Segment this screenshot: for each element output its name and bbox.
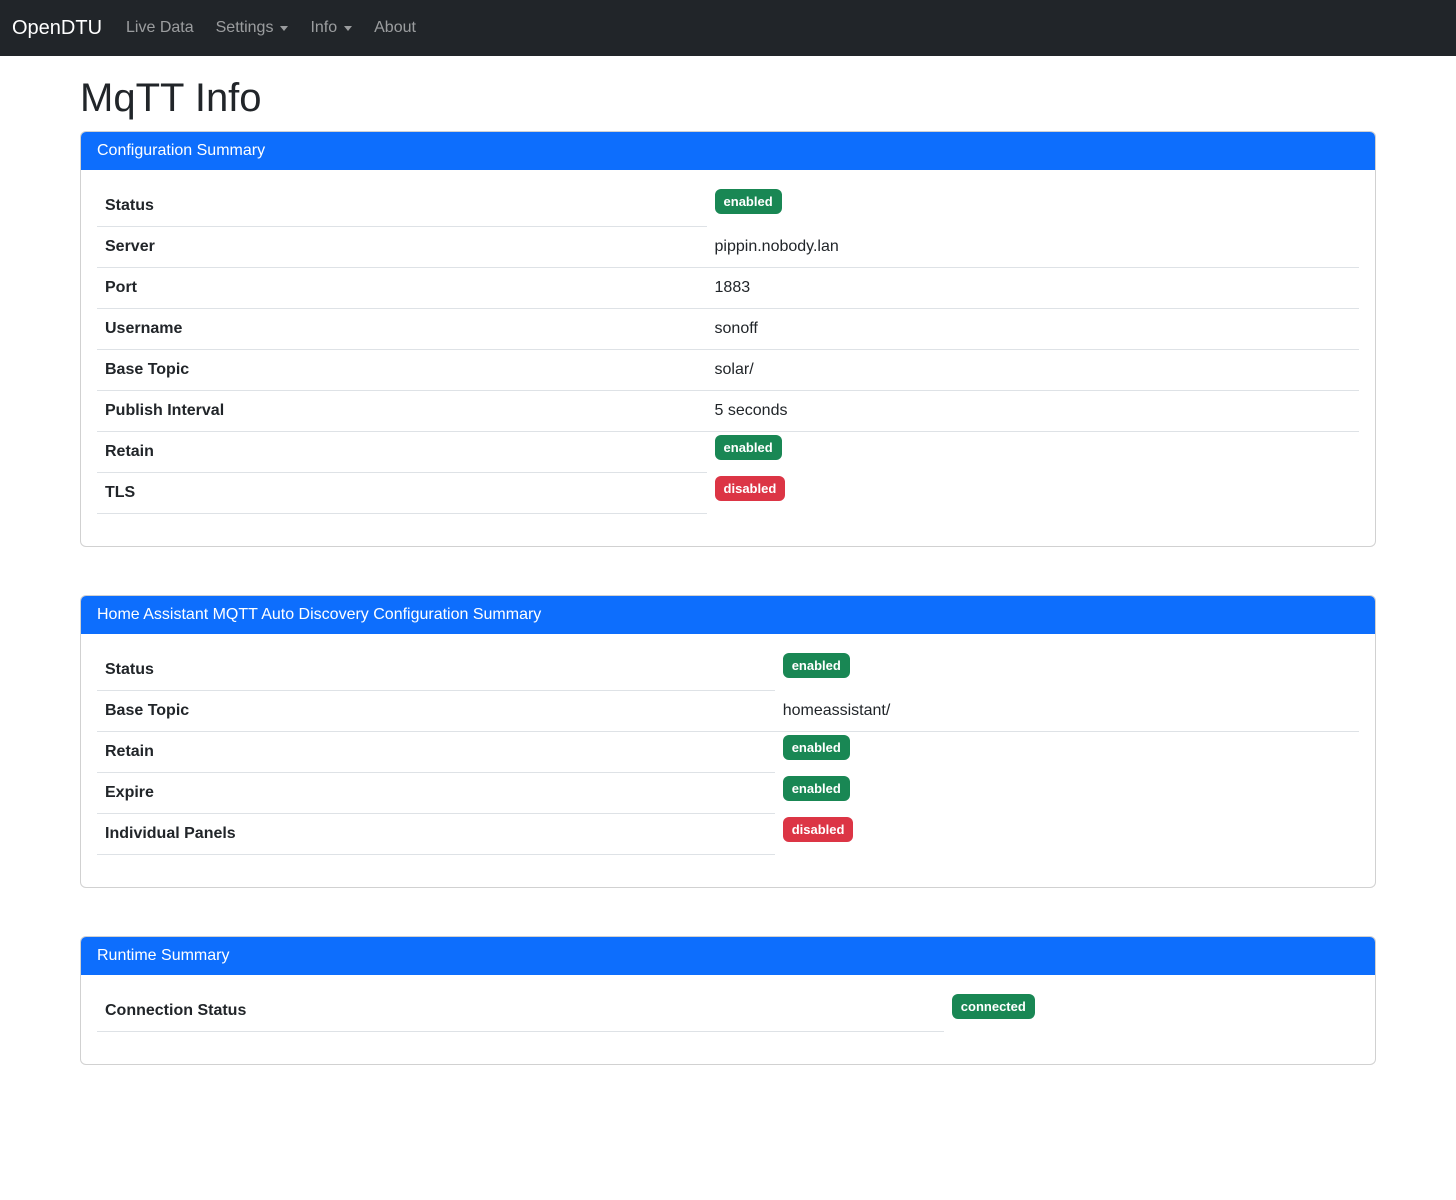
status-badge: disabled [783,817,854,842]
summary-table: Status enabled Server pippin.nobody.lan … [97,186,1359,514]
summary-table: Status enabled Base Topic homeassistant/… [97,650,1359,855]
row-value: enabled [775,732,1359,773]
row-label: TLS [97,473,707,514]
nav-item-info[interactable]: Info [302,11,360,45]
card-header: Home Assistant MQTT Auto Discovery Confi… [81,596,1375,634]
row-value: pippin.nobody.lan [707,227,1359,268]
status-badge: enabled [715,435,782,460]
navbar-brand[interactable]: OpenDTU [12,0,102,56]
table-row: Base Topic solar/ [97,350,1359,391]
status-badge: enabled [715,189,782,214]
nav-item-label: About [374,19,416,37]
row-label: Base Topic [97,350,707,391]
top-navbar: OpenDTU Live Data Settings Info [0,0,1456,56]
table-row: Connection Status connected [97,991,1359,1032]
nav-item-label: Settings [216,19,274,37]
page-title: MqTT Info [80,76,1376,121]
main-content: MqTT Info Configuration Summary Status e… [68,76,1388,1195]
row-label: Retain [97,732,775,773]
table-row: Status enabled [97,650,1359,691]
nav-item-about[interactable]: About [366,11,424,45]
table-row: Base Topic homeassistant/ [97,691,1359,732]
status-badge: enabled [783,776,850,801]
row-value: disabled [775,814,1359,855]
row-value: enabled [775,773,1359,814]
nav-item-label: Info [310,19,337,37]
bottom-spacer [80,1065,1376,1195]
main-nav: Live Data Settings Info About [118,11,430,45]
table-row: Port 1883 [97,268,1359,309]
caret-down-icon [344,26,352,31]
table-row: TLS disabled [97,473,1359,514]
nav-item-live-data[interactable]: Live Data [118,11,202,45]
row-label: Individual Panels [97,814,775,855]
nav-item-label: Live Data [126,19,194,37]
card: Runtime Summary Connection Status connec… [80,936,1376,1065]
row-value: homeassistant/ [775,691,1359,732]
row-value: connected [944,991,1359,1032]
card-body: Connection Status connected [81,975,1375,1064]
row-label: Port [97,268,707,309]
row-value: 5 seconds [707,391,1359,432]
cards-container: Configuration Summary Status enabled Ser… [80,131,1376,1065]
table-row: Expire enabled [97,773,1359,814]
row-label: Base Topic [97,691,775,732]
page: OpenDTU Live Data Settings Info [0,0,1456,1200]
nav-item-settings[interactable]: Settings [208,11,297,45]
row-label: Status [97,650,775,691]
table-row: Retain enabled [97,732,1359,773]
row-label: Username [97,309,707,350]
row-value: solar/ [707,350,1359,391]
row-value: disabled [707,473,1359,514]
card-body: Status enabled Server pippin.nobody.lan … [81,170,1375,546]
row-label: Publish Interval [97,391,707,432]
row-value: enabled [707,432,1359,473]
card-header: Runtime Summary [81,937,1375,975]
table-row: Publish Interval 5 seconds [97,391,1359,432]
status-badge: disabled [715,476,786,501]
card-header: Configuration Summary [81,132,1375,170]
table-row: Server pippin.nobody.lan [97,227,1359,268]
row-value: 1883 [707,268,1359,309]
table-row: Retain enabled [97,432,1359,473]
status-badge: enabled [783,653,850,678]
status-badge: enabled [783,735,850,760]
summary-table: Connection Status connected [97,991,1359,1032]
card: Configuration Summary Status enabled Ser… [80,131,1376,547]
card: Home Assistant MQTT Auto Discovery Confi… [80,595,1376,888]
table-row: Individual Panels disabled [97,814,1359,855]
table-row: Status enabled [97,186,1359,227]
caret-down-icon [280,26,288,31]
row-label: Connection Status [97,991,944,1032]
status-badge: connected [952,994,1035,1019]
card-body: Status enabled Base Topic homeassistant/… [81,634,1375,887]
row-label: Status [97,186,707,227]
row-value: enabled [775,650,1359,691]
table-row: Username sonoff [97,309,1359,350]
row-label: Expire [97,773,775,814]
row-label: Server [97,227,707,268]
row-value: sonoff [707,309,1359,350]
row-value: enabled [707,186,1359,227]
row-label: Retain [97,432,707,473]
